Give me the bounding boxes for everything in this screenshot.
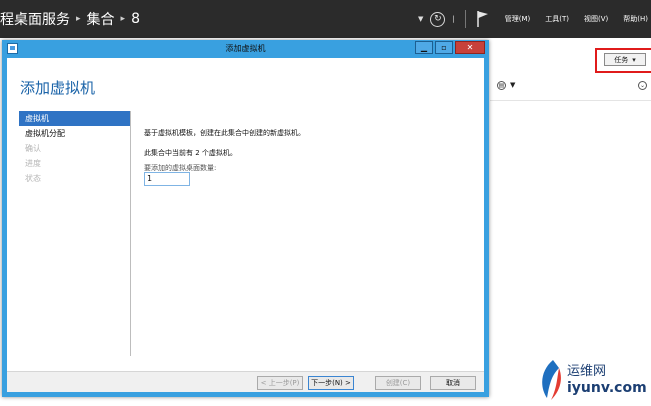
tasks-label: 任务: [614, 55, 629, 64]
notification-flag-icon[interactable]: [476, 10, 490, 28]
breadcrumb-separator-icon: ▸: [76, 14, 81, 24]
quantity-input[interactable]: 1: [144, 172, 190, 186]
breadcrumb-item-current: 8: [131, 11, 140, 27]
collection-panel: [490, 38, 651, 406]
refresh-caret-icon: |: [452, 15, 455, 23]
toolbar-divider: [464, 10, 466, 28]
watermark-line2: iyunv.com: [567, 380, 647, 396]
wizard-heading: 添加虚拟机: [20, 79, 96, 97]
menu-tools[interactable]: 工具(T): [545, 14, 569, 24]
wizard-nav: 虚拟机 虚拟机分配 确认 进度 状态: [19, 111, 131, 186]
nav-item-status: 状态: [25, 174, 41, 183]
next-button[interactable]: 下一步(N) >: [308, 376, 354, 390]
dialog-body: 添加虚拟机 虚拟机 虚拟机分配 确认 进度 状态 基于虚拟机模板，创建在此集合中…: [7, 58, 484, 392]
expand-icon[interactable]: ⌄: [638, 80, 647, 90]
breadcrumb-separator-icon: ▸: [120, 14, 126, 24]
add-vm-dialog: 添加虚拟机 ▁ ▫ ✕ 添加虚拟机 虚拟机 虚拟机分配 确认 进度 状态 基于虚…: [2, 40, 489, 397]
create-button[interactable]: 创建(C): [375, 376, 421, 390]
watermark-line1: 运维网: [567, 364, 607, 379]
server-manager-header: 程桌面服务 ▸ 集合 ▸ 8 ▼ ↻ | 管理(M) 工具(T) 视图(V) 帮…: [0, 0, 651, 38]
tasks-dropdown-icon: ▾: [632, 55, 636, 64]
cancel-button[interactable]: 取消: [430, 376, 476, 390]
dialog-titlebar[interactable]: 添加虚拟机 ▁ ▫ ✕: [2, 40, 489, 58]
window-controls: ▁ ▫ ✕: [415, 41, 485, 54]
nav-divider: [130, 111, 131, 356]
menu-help[interactable]: 帮助(H): [623, 14, 648, 24]
close-button[interactable]: ✕: [455, 41, 485, 54]
prev-button[interactable]: < 上一步(P): [257, 376, 303, 390]
nav-item-vm[interactable]: 虚拟机: [19, 111, 131, 126]
panel-toolbar-row: ▤ ▼ ⌄: [497, 78, 647, 92]
watermark-logo-icon: [542, 360, 561, 400]
maximize-button[interactable]: ▫: [435, 41, 453, 54]
panel-divider: [490, 100, 651, 101]
nav-item-progress: 进度: [25, 159, 41, 168]
breadcrumb-item-collections[interactable]: 集合: [87, 9, 115, 29]
dropdown-caret-icon[interactable]: ▼: [418, 15, 423, 23]
tasks-button[interactable]: 任务 ▾: [604, 53, 646, 66]
nav-item-vm-allocation[interactable]: 虚拟机分配: [19, 126, 131, 141]
refresh-icon[interactable]: ↻: [430, 11, 446, 27]
nav-item-confirm: 确认: [25, 144, 41, 153]
filter-icon[interactable]: ▤: [497, 80, 506, 90]
filter-caret-icon[interactable]: ▼: [510, 81, 515, 89]
site-watermark: 运维网 iyunv.com: [537, 356, 647, 404]
header-toolbar: ▼ ↻ | 管理(M) 工具(T) 视图(V) 帮助(H): [418, 8, 648, 30]
description-text: 基于虚拟机模板，创建在此集合中创建的新虚拟机。: [144, 129, 305, 137]
minimize-button[interactable]: ▁: [415, 41, 433, 54]
current-count-text: 此集合中当前有 2 个虚拟机。: [144, 149, 237, 157]
breadcrumb: 程桌面服务 ▸ 集合 ▸ 8: [0, 9, 140, 29]
menu-manage[interactable]: 管理(M): [505, 14, 531, 24]
breadcrumb-item-rds[interactable]: 程桌面服务: [0, 9, 70, 29]
menu-view[interactable]: 视图(V): [584, 14, 608, 24]
